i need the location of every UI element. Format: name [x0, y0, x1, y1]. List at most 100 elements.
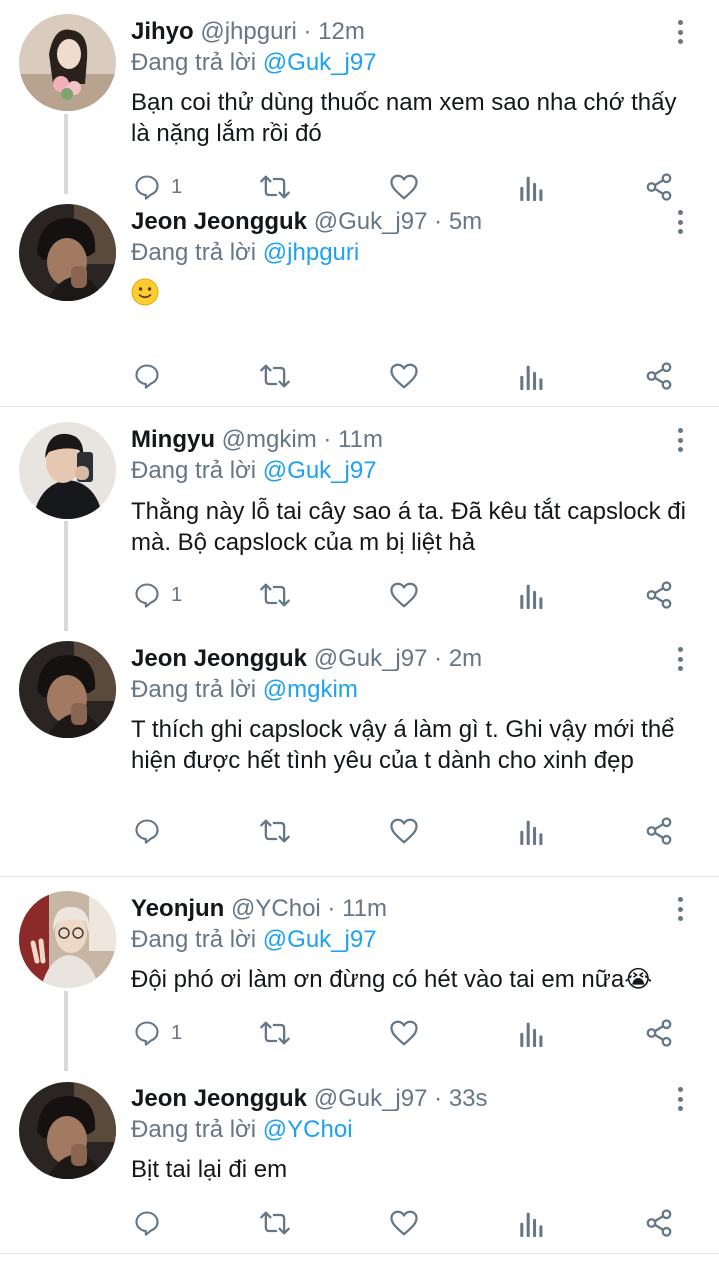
like-button[interactable]: [389, 816, 419, 846]
more-options-button[interactable]: [673, 426, 687, 454]
timestamp[interactable]: 11m: [338, 426, 383, 453]
like-button[interactable]: [389, 361, 419, 391]
reply-button[interactable]: 1: [133, 1018, 182, 1048]
thread-divider: [0, 1253, 719, 1254]
tweet-text: Thằng này lỗ tai cây sao á ta. Đã kêu tắ…: [131, 498, 686, 556]
retweet-icon: [260, 364, 290, 388]
user-handle[interactable]: @Guk_j97: [314, 645, 428, 672]
separator-dot: ·: [434, 645, 443, 672]
like-icon: [390, 1210, 418, 1236]
like-button[interactable]: [389, 1208, 419, 1238]
share-button[interactable]: [644, 1208, 674, 1238]
timestamp[interactable]: 11m: [342, 895, 387, 922]
like-icon: [390, 363, 418, 389]
stats-button[interactable]: [519, 580, 545, 610]
more-options-button[interactable]: [673, 208, 687, 236]
retweet-icon: [260, 819, 290, 843]
reply-count: 1: [171, 1021, 183, 1044]
display-name[interactable]: Jihyo: [131, 18, 194, 45]
user-handle[interactable]: @Guk_j97: [314, 208, 428, 235]
user-handle[interactable]: @jhpguri: [200, 18, 296, 45]
retweet-button[interactable]: [259, 1018, 291, 1048]
timestamp[interactable]: 33s: [449, 1085, 488, 1112]
thread-connector: [64, 521, 68, 631]
stats-button[interactable]: [519, 816, 545, 846]
avatar[interactable]: [19, 14, 116, 111]
tweet-text: T thích ghi capslock vậy á làm gì t. Ghi…: [131, 716, 675, 774]
user-handle[interactable]: @mgkim: [222, 426, 317, 453]
retweet-button[interactable]: [259, 816, 291, 846]
share-icon: [646, 581, 672, 609]
tweet-header: Jeon Jeongguk @Guk_j97 · 33s: [131, 1084, 488, 1114]
share-button[interactable]: [644, 816, 674, 846]
separator-dot: ·: [434, 1085, 443, 1112]
tweet-header: Jeon Jeongguk @Guk_j97 · 5m: [131, 207, 482, 237]
reply-button[interactable]: 1: [133, 580, 182, 610]
mention-link[interactable]: @Guk_j97: [263, 49, 377, 76]
reply-icon: [135, 819, 159, 844]
more-options-button[interactable]: [673, 18, 687, 46]
stats-button[interactable]: [519, 361, 545, 391]
tweet[interactable]: Jihyo @jhpguri · 12m Đang trả lời @Guk_j…: [0, 0, 719, 201]
tweet[interactable]: Jeon Jeongguk @Guk_j97 · 2m Đang trả lời…: [0, 627, 719, 876]
display-name[interactable]: Mingyu: [131, 426, 215, 453]
reply-thread: Jihyo @jhpguri · 12m Đang trả lời @Guk_j…: [0, 0, 719, 1254]
replying-to: Đang trả lời @Guk_j97: [131, 456, 377, 486]
mention-link[interactable]: @YChoi: [263, 1116, 353, 1143]
tweet-header: Jihyo @jhpguri · 12m: [131, 17, 365, 47]
more-options-button[interactable]: [673, 1085, 687, 1113]
timestamp[interactable]: 5m: [449, 208, 482, 235]
mention-link[interactable]: @Guk_j97: [263, 926, 377, 953]
avatar[interactable]: [19, 422, 116, 519]
thread-connector: [64, 991, 68, 1071]
tweet[interactable]: Yeonjun @YChoi · 11m Đang trả lời @Guk_j…: [0, 877, 719, 1071]
mention-link[interactable]: @mgkim: [263, 676, 358, 703]
share-button[interactable]: [644, 1018, 674, 1048]
replying-to-label: Đang trả lời: [131, 1116, 257, 1143]
like-icon: [390, 582, 418, 608]
action-bar: [131, 361, 691, 391]
share-button[interactable]: [644, 361, 674, 391]
stats-button[interactable]: [519, 1208, 545, 1238]
tweet[interactable]: Jeon Jeongguk @Guk_j97 · 5m Đang trả lời…: [0, 190, 719, 406]
separator-dot: ·: [327, 895, 336, 922]
timestamp[interactable]: 2m: [449, 645, 482, 672]
avatar[interactable]: [19, 1082, 116, 1179]
avatar[interactable]: [19, 891, 116, 988]
avatar[interactable]: [19, 641, 116, 738]
like-button[interactable]: [389, 1018, 419, 1048]
user-handle[interactable]: @YChoi: [231, 895, 321, 922]
share-button[interactable]: [644, 580, 674, 610]
tweet-header: Jeon Jeongguk @Guk_j97 · 2m: [131, 644, 482, 674]
more-options-button[interactable]: [673, 645, 687, 673]
like-icon: [390, 1020, 418, 1046]
replying-to-label: Đang trả lời: [131, 49, 257, 76]
retweet-button[interactable]: [259, 1208, 291, 1238]
separator-dot: ·: [323, 426, 332, 453]
tweet[interactable]: Jeon Jeongguk @Guk_j97 · 33s Đang trả lờ…: [0, 1067, 719, 1253]
reply-button[interactable]: [133, 1208, 161, 1238]
timestamp[interactable]: 12m: [318, 18, 365, 45]
reply-button[interactable]: [133, 361, 161, 391]
stats-button[interactable]: [519, 1018, 545, 1048]
reply-icon: [135, 1211, 159, 1236]
display-name[interactable]: Jeon Jeongguk: [131, 645, 307, 672]
retweet-button[interactable]: [259, 580, 291, 610]
tweet-text: [131, 278, 691, 310]
replying-to: Đang trả lời @Guk_j97: [131, 925, 377, 955]
tweet[interactable]: Mingyu @mgkim · 11m Đang trả lời @Guk_j9…: [0, 407, 719, 631]
retweet-button[interactable]: [259, 361, 291, 391]
user-handle[interactable]: @Guk_j97: [314, 1085, 428, 1112]
tweet-header: Mingyu @mgkim · 11m: [131, 425, 383, 455]
mention-link[interactable]: @Guk_j97: [263, 457, 377, 484]
reply-button[interactable]: [133, 816, 161, 846]
avatar[interactable]: [19, 204, 116, 301]
more-options-button[interactable]: [673, 895, 687, 923]
display-name[interactable]: Jeon Jeongguk: [131, 208, 307, 235]
mention-link[interactable]: @jhpguri: [263, 239, 359, 266]
display-name[interactable]: Yeonjun: [131, 895, 224, 922]
replying-to: Đang trả lời @jhpguri: [131, 238, 359, 268]
retweet-icon: [260, 583, 290, 607]
display-name[interactable]: Jeon Jeongguk: [131, 1085, 307, 1112]
like-button[interactable]: [389, 580, 419, 610]
